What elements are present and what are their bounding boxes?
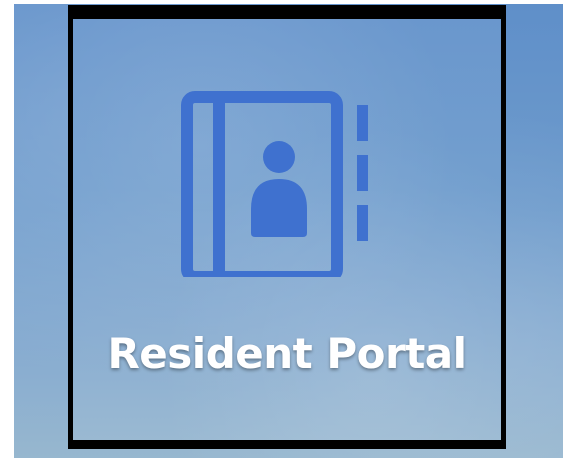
tile-label: Resident Portal [107,329,467,378]
screen: Resident Portal [0,0,563,458]
address-book-icon [179,77,379,277]
resident-portal-tile[interactable]: Resident Portal [68,5,506,449]
